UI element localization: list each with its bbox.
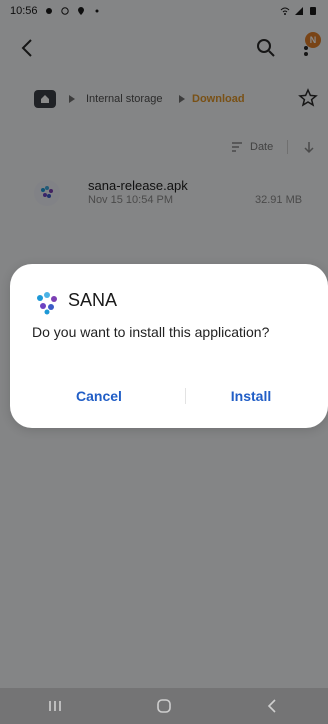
install-dialog: SANA Do you want to install this applica… <box>10 264 328 428</box>
phone-screen: 10:56 N Internal storage Download Date s… <box>0 0 328 724</box>
home-nav-button[interactable] <box>152 694 176 718</box>
button-separator <box>185 388 186 404</box>
app-icon <box>37 292 57 315</box>
install-button[interactable]: Install <box>196 382 306 410</box>
recents-icon <box>48 701 61 711</box>
back-nav-icon <box>268 699 276 713</box>
navigation-bar <box>0 688 328 724</box>
back-nav-button[interactable] <box>261 694 285 718</box>
dialog-title: SANA <box>68 290 118 310</box>
home-nav-icon <box>157 699 171 713</box>
dialog-message: Do you want to install this application? <box>32 324 270 340</box>
cancel-button[interactable]: Cancel <box>44 382 154 410</box>
recents-button[interactable] <box>43 694 67 718</box>
